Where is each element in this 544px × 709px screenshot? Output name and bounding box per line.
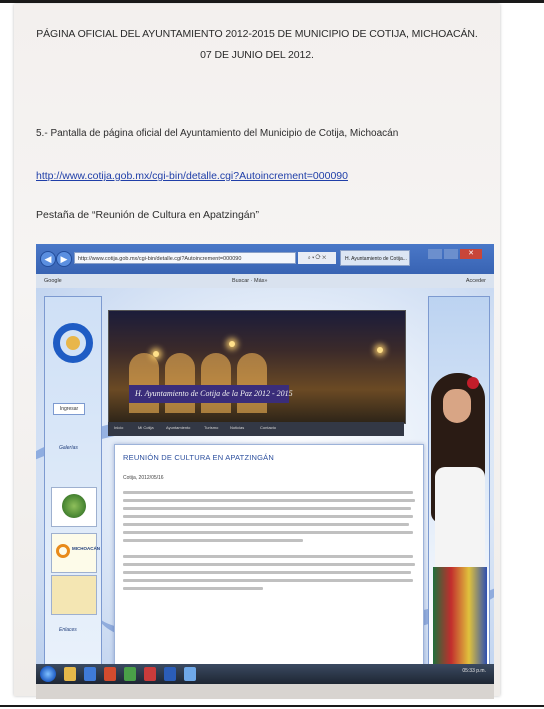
blurred-text-line <box>123 523 409 526</box>
michoacan-label: MICHOACÁN <box>72 546 100 551</box>
browser-tab[interactable]: H. Ayuntamiento de Cotija... <box>340 250 410 266</box>
address-controls[interactable]: ⌕ ▾ ⟳ ✕ <box>298 252 336 264</box>
blurred-text-line <box>123 499 415 502</box>
coat-of-arms-card[interactable] <box>51 487 97 527</box>
blurred-text-line <box>123 587 263 590</box>
google-toolbar: Google Buscar · Más» Acceder <box>36 274 494 289</box>
arch-light <box>129 353 159 413</box>
blurred-text-line <box>123 491 413 494</box>
blurred-text-line <box>123 539 303 542</box>
hair-flower <box>467 377 479 389</box>
screen-caption: 5.- Pantalla de página oficial del Ayunt… <box>36 128 399 139</box>
arch-light <box>201 353 231 413</box>
site-logo[interactable] <box>53 323 93 363</box>
explorer-icon[interactable] <box>64 667 76 681</box>
right-photo-panel <box>428 296 490 666</box>
town-night-banner: H. Ayuntamiento de Cotija de la Paz 2012… <box>108 310 406 424</box>
nav-item[interactable]: Contacto <box>260 425 276 430</box>
tab-caption: Pestaña de “Reunión de Cultura en Apatzi… <box>36 209 259 221</box>
windows-taskbar: 05:33 p.m. <box>36 664 494 684</box>
bottom-border <box>0 705 544 707</box>
taskbar-clock: 05:33 p.m. <box>462 668 486 674</box>
coat-of-arms-icon <box>62 494 86 518</box>
state-logo-icon <box>56 544 70 558</box>
blurred-text-line <box>123 507 411 510</box>
arch-light <box>165 353 195 413</box>
close-icon[interactable]: ✕ <box>460 249 482 259</box>
blurred-text-line <box>123 579 413 582</box>
street-lamp <box>153 351 159 357</box>
sign-in-link[interactable]: Acceder <box>466 274 486 288</box>
browser-screenshot-photo: ◀ ▶ http://www.cotija.gob.mx/cgi-bin/det… <box>36 244 494 699</box>
blurred-text-line <box>123 563 415 566</box>
address-bar[interactable]: http://www.cotija.gob.mx/cgi-bin/detalle… <box>74 252 296 264</box>
street-lamp <box>377 347 383 353</box>
nav-item[interactable]: Ayuntamiento <box>166 425 190 430</box>
source-url-link[interactable]: http://www.cotija.gob.mx/cgi-bin/detalle… <box>36 170 348 182</box>
minimize-icon[interactable] <box>428 249 442 259</box>
blurred-text-line <box>123 531 413 534</box>
nav-item[interactable]: Noticias <box>230 425 244 430</box>
banner-title: H. Ayuntamiento de Cotija de la Paz 2012… <box>129 385 293 403</box>
browser-icon[interactable] <box>184 667 196 681</box>
word-icon[interactable] <box>164 667 176 681</box>
sidebar-banner-card[interactable] <box>51 575 97 615</box>
top-border <box>0 0 544 3</box>
nav-item[interactable]: Mi Cotija <box>138 425 154 430</box>
nav-item[interactable]: Inicio <box>114 425 123 430</box>
blurred-text-line <box>123 515 413 518</box>
michoacan-card[interactable]: MICHOACÁN <box>51 533 100 573</box>
site-nav-bar: Inicio Mi Cotija Ayuntamiento Turismo No… <box>108 422 404 436</box>
sidebar-heading: Galerías <box>59 445 78 451</box>
google-toolbar-label[interactable]: Google <box>44 274 62 288</box>
photo-bottom-edge <box>36 684 494 699</box>
media-icon[interactable] <box>104 667 116 681</box>
ie-icon[interactable] <box>84 667 96 681</box>
article-title: REUNIÓN DE CULTURA EN APATZINGÁN <box>123 453 275 462</box>
pdf-icon[interactable] <box>144 667 156 681</box>
app-icon[interactable] <box>124 667 136 681</box>
maximize-icon[interactable] <box>444 249 458 259</box>
search-button[interactable]: Buscar · Más» <box>232 274 267 288</box>
left-sidebar: Ingresar Galerías MICHOACÁN Enlaces <box>44 296 102 666</box>
woman-photo-face <box>443 389 471 423</box>
page-heading-line1: PÁGINA OFICIAL DEL AYUNTAMIENTO 2012-201… <box>36 28 478 40</box>
back-arrow-icon[interactable]: ◀ <box>40 251 56 267</box>
forward-arrow-icon[interactable]: ▶ <box>56 251 72 267</box>
login-button[interactable]: Ingresar <box>53 403 85 415</box>
nav-item[interactable]: Turismo <box>204 425 218 430</box>
article-date: Cotija, 2012/05/16 <box>123 475 164 481</box>
page-heading-line2: 07 DE JUNIO DEL 2012. <box>200 49 314 61</box>
sidebar-links-label: Enlaces <box>59 627 77 633</box>
woman-photo-skirt <box>433 567 487 665</box>
blurred-text-line <box>123 555 413 558</box>
web-page-viewport: Ingresar Galerías MICHOACÁN Enlaces H. A… <box>36 288 494 674</box>
start-button-icon[interactable] <box>40 666 56 682</box>
street-lamp <box>229 341 235 347</box>
printed-page: PÁGINA OFICIAL DEL AYUNTAMIENTO 2012-201… <box>14 4 500 699</box>
news-article-panel: REUNIÓN DE CULTURA EN APATZINGÁN Cotija,… <box>114 444 424 674</box>
blurred-text-line <box>123 571 411 574</box>
arch-light <box>237 353 267 413</box>
browser-titlebar: ◀ ▶ http://www.cotija.gob.mx/cgi-bin/det… <box>36 244 494 274</box>
